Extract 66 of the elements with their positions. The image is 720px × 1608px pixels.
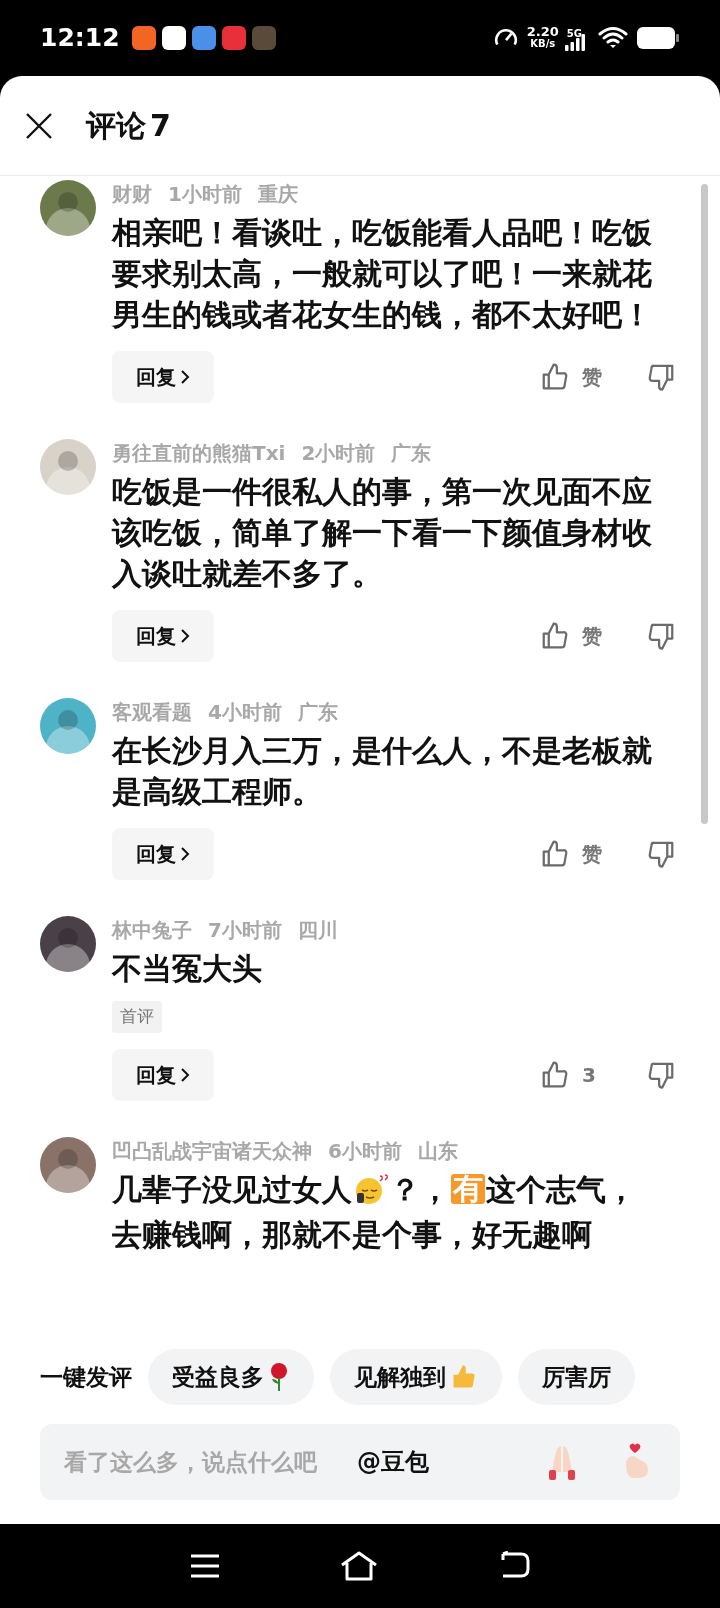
avatar[interactable] [40, 180, 96, 236]
clock: 12:12 [40, 22, 120, 55]
comment-count: 7 [150, 107, 171, 145]
app-icon [161, 26, 186, 50]
thumbs-up-icon[interactable] [540, 362, 570, 392]
first-comment-tag: 首评 [112, 1001, 162, 1033]
comment-text: 相亲吧！看谈吐，吃饭能看人品吧！吃饭要求别太高，一般就可以了吧！一来就花男生的钱或者花女生的钱，都不太好吧！ [112, 215, 652, 332]
avatar[interactable] [40, 916, 96, 972]
comment-time: 1小时前 [168, 181, 242, 208]
comment-location: 广东 [391, 440, 432, 467]
battery-icon [636, 26, 680, 50]
sheet-title: 评论 [86, 107, 146, 145]
network-speed: 2.20 [526, 26, 559, 38]
reply-button[interactable]: 回复 [112, 610, 214, 662]
reply-button[interactable]: 回复 [112, 1048, 214, 1101]
emoji-badge: 有 [451, 1174, 485, 1204]
quick-comment-chip[interactable]: 受益良多 [148, 1349, 314, 1405]
thumbs-up-icon[interactable] [540, 839, 570, 869]
chevron-right-icon [180, 1066, 190, 1083]
thumbs-down-icon[interactable] [646, 362, 676, 392]
sleepy-face-icon [353, 1173, 389, 1205]
thumbs-up-icon[interactable] [540, 1059, 570, 1090]
rose-icon [268, 1362, 290, 1392]
app-icon [251, 26, 276, 50]
chevron-right-icon [180, 369, 190, 385]
comment-time: 2小时前 [301, 440, 376, 467]
network-type: 5G [566, 27, 582, 41]
wifi-icon [598, 26, 628, 50]
comment-time: 7小时前 [208, 917, 282, 944]
app-icon [191, 26, 216, 50]
menu-icon[interactable] [189, 1553, 221, 1579]
input-placeholder: 看了这么多，说点什么吧 [64, 1447, 317, 1477]
like-count[interactable]: 3 [582, 1059, 614, 1090]
comment-text: 在长沙月入三万，是什么人，不是老板就是高级工程师。 [112, 733, 652, 809]
thumbs-up-icon[interactable] [540, 621, 570, 651]
chevron-right-icon [180, 846, 190, 862]
comment-time: 4小时前 [208, 699, 282, 726]
reply-button[interactable]: 回复 [112, 351, 214, 403]
speed-unit: KB/s [530, 38, 556, 50]
thumbs-down-icon[interactable] [646, 839, 676, 869]
app-icon [131, 26, 156, 50]
comment-text: 吃饭是一件很私人的事，第一次见面不应该吃饭，简单了解一下看一下颜值身材收入谈吐就差不多了。 [112, 474, 652, 591]
comment-location: 重庆 [257, 181, 298, 208]
like-count[interactable]: 赞 [582, 621, 614, 651]
quick-comment-label: 一键发评 [40, 1362, 132, 1392]
comment-location: 山东 [417, 1137, 458, 1165]
app-icon [221, 26, 246, 50]
chevron-right-icon [180, 628, 190, 644]
reply-button[interactable]: 回复 [112, 828, 214, 880]
comment-text: 去赚钱啊，那就不是个事，好无趣啊 [112, 1215, 592, 1254]
home-icon[interactable] [339, 1550, 379, 1582]
comment-text: 这个志气， [486, 1170, 636, 1209]
like-count[interactable]: 赞 [582, 839, 614, 869]
close-icon[interactable] [24, 110, 54, 141]
thumbs-down-icon[interactable] [646, 621, 676, 651]
comment-text: ？， [390, 1170, 450, 1209]
comment-text: 不当冤大头 [112, 951, 262, 986]
comment-text: 几辈子没见过女人 [112, 1170, 352, 1209]
comment-location: 四川 [297, 917, 338, 944]
comment-time: 6小时前 [328, 1137, 402, 1165]
comment-input[interactable]: 看了这么多，说点什么吧 @豆包 [40, 1424, 680, 1500]
mention-button[interactable]: @豆包 [357, 1444, 429, 1480]
quick-comment-chip[interactable]: 见解独到 [330, 1349, 502, 1405]
like-count[interactable]: 赞 [582, 362, 614, 392]
comment-location: 广东 [297, 699, 338, 726]
quick-comment-chip[interactable]: 厉害厉 [518, 1349, 635, 1405]
